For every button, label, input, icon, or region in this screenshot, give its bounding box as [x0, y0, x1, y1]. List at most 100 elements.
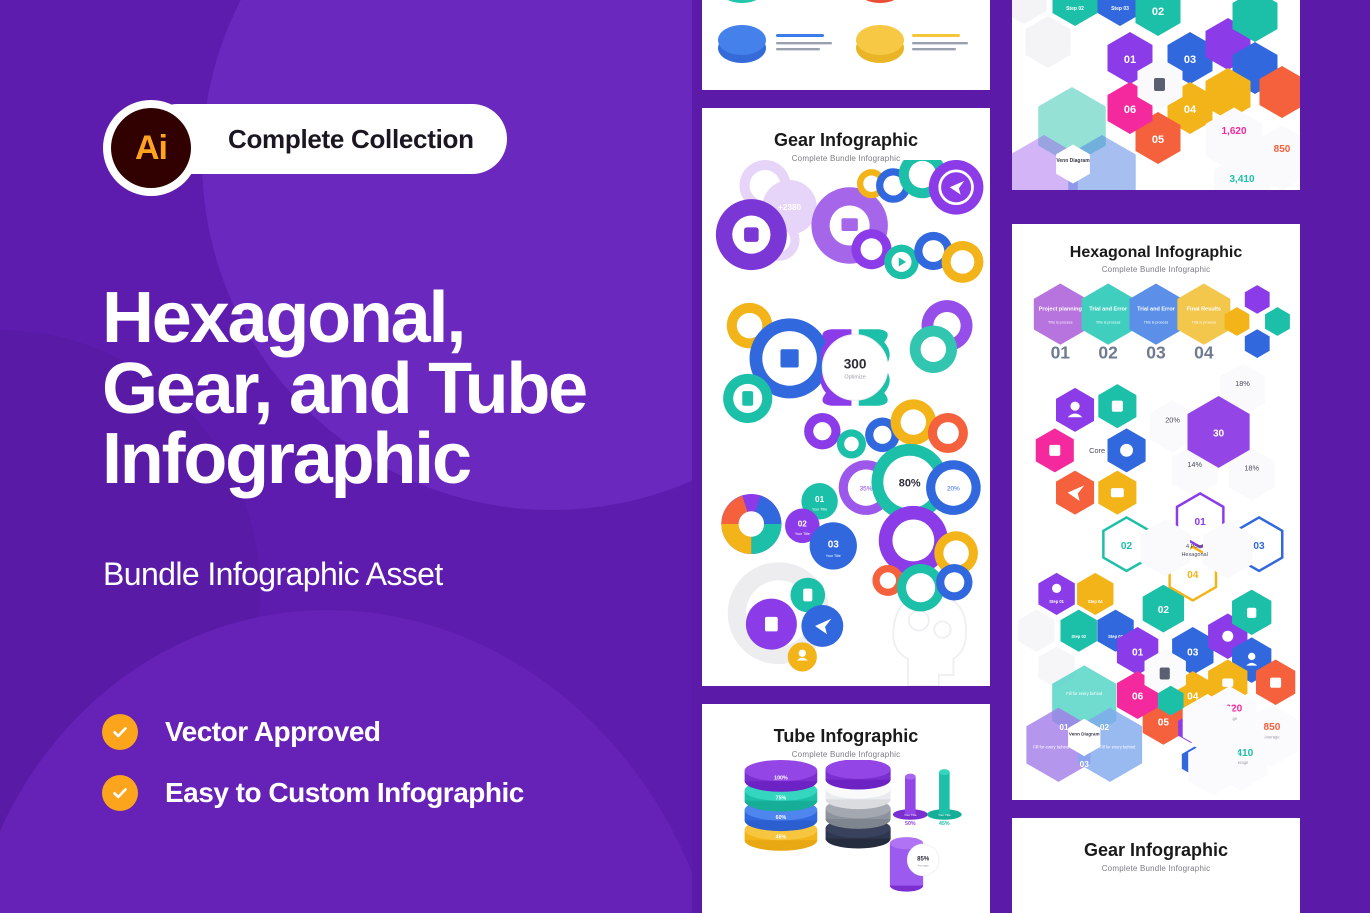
hex-step-title: Trial and Error — [1137, 306, 1176, 312]
preview-card-gear-infographic-bottom[interactable]: Gear Infographic Complete Bundle Infogra… — [1012, 818, 1300, 913]
tube-value: 100% — [774, 776, 788, 782]
hex-step-label: Step 01 — [1049, 599, 1064, 604]
gear-value-2380: +2380 — [778, 203, 801, 212]
hex-cluster-num: 01 — [1132, 648, 1144, 659]
svg-text:Hexagonal: Hexagonal — [1181, 552, 1207, 558]
card-title: Tube Infographic — [773, 726, 919, 746]
svg-text:02: 02 — [1152, 6, 1164, 18]
feature-label: Easy to Custom Infographic — [165, 777, 524, 808]
four-point-num: 02 — [1121, 541, 1133, 552]
page-title-line-2: Gear, and Tube — [102, 348, 588, 429]
four-point-num: 03 — [1253, 541, 1265, 552]
feature-item: Vector Approved — [102, 714, 524, 750]
svg-text:Your Title: Your Title — [795, 532, 810, 536]
svg-text:This is process: This is process — [1096, 320, 1121, 324]
tube-bubble-value: 85% — [917, 857, 930, 863]
four-point-num: 04 — [1187, 570, 1199, 581]
preview-gallery: Gear Infographic Complete Bundle Infogra… — [692, 0, 1370, 913]
svg-text:Step 03: Step 03 — [1111, 6, 1129, 12]
hex-step-title: Project planning — [1039, 306, 1082, 312]
hex-percent: 18% — [1244, 464, 1259, 473]
svg-text:Optimize: Optimize — [844, 374, 866, 380]
svg-text:This is process: This is process — [1192, 320, 1217, 324]
hex-cluster-num: 03 — [1187, 648, 1199, 659]
gear-value-80: 80% — [899, 478, 921, 490]
card-subtitle: Complete Bundle Infographic — [1101, 864, 1211, 873]
svg-text:03: 03 — [1184, 54, 1196, 66]
page-title-line-3: Infographic — [102, 419, 472, 500]
card-subtitle: Complete Bundle Infographic — [791, 750, 901, 759]
four-point-label: 4 Point — [1186, 544, 1204, 550]
tube-column-value: 50% — [905, 821, 916, 827]
complete-collection-badge[interactable]: Complete Collection Ai — [103, 100, 507, 196]
venn-caption: Fill for every behind — [1066, 691, 1103, 696]
svg-text:05: 05 — [1152, 134, 1164, 146]
tube-value: 45% — [776, 835, 787, 841]
hex-step-label: Step 04 — [1088, 599, 1103, 604]
venn-num: 01 — [1059, 723, 1069, 732]
svg-text:Average: Average — [918, 864, 930, 868]
svg-text:This is process: This is process — [1144, 320, 1169, 324]
preview-card-tube-infographic[interactable]: Tube Infographic Complete Bundle Infogra… — [702, 704, 990, 913]
svg-text:1,620: 1,620 — [1221, 126, 1246, 137]
hex-cluster-num: 02 — [1158, 605, 1170, 616]
preview-card-hexagonal-infographic[interactable]: Hexagonal Infographic Complete Bundle In… — [1012, 224, 1300, 800]
hero-panel: Complete Collection Ai Hexagonal, Gear, … — [0, 0, 692, 913]
illustrator-logo-icon: Ai — [103, 100, 199, 196]
svg-text:Venn Diagram: Venn Diagram — [1056, 158, 1090, 164]
card-title: Hexagonal Infographic — [1069, 244, 1243, 261]
svg-text:Fill for every behind: Fill for every behind — [1099, 744, 1136, 749]
hex-core-label: Core — [1089, 446, 1105, 455]
tube-value: 60% — [776, 815, 787, 821]
hexagon-illustration-top: 04 Step 01 Step 02 Step 03 Step 04 01 02… — [1012, 0, 1300, 190]
hex-step-number: 01 — [1051, 342, 1071, 362]
hex-cluster-num: 06 — [1132, 692, 1144, 703]
preview-card-pill-list[interactable] — [702, 0, 990, 90]
svg-text:04: 04 — [1184, 104, 1197, 116]
hex-step-title: Trial and Error — [1089, 306, 1128, 312]
stat-value: 850 — [1264, 722, 1281, 733]
tube-value: 75% — [776, 795, 787, 801]
svg-text:Your Title: Your Title — [812, 507, 827, 511]
feature-item: Easy to Custom Infographic — [102, 775, 524, 811]
check-circle-icon — [102, 775, 138, 811]
svg-text:Average: Average — [1264, 734, 1280, 739]
page-title: Hexagonal, Gear, and Tube Infographic — [102, 282, 672, 500]
venn-num: 02 — [1100, 723, 1110, 732]
preview-card-gear-infographic[interactable]: Gear Infographic Complete Bundle Infogra… — [702, 108, 990, 686]
svg-text:Your Title: Your Title — [938, 813, 951, 817]
preview-card-hexagonal-top[interactable]: 04 Step 01 Step 02 Step 03 Step 04 01 02… — [1012, 0, 1300, 190]
svg-text:3,410: 3,410 — [1229, 174, 1254, 185]
check-circle-icon — [102, 714, 138, 750]
svg-text:20%: 20% — [947, 485, 960, 492]
hex-step-number: 03 — [1146, 342, 1166, 362]
tube-column-value: 45% — [939, 821, 950, 827]
card-title: Gear Infographic — [773, 130, 919, 150]
four-point-num: 01 — [1195, 517, 1207, 528]
tube-illustration: 45% 60% 75% 100% Your Title 50% Your Tit… — [744, 760, 962, 892]
svg-text:01: 01 — [815, 495, 825, 504]
illustrator-logo-glyph: Ai — [111, 108, 191, 188]
svg-text:Step 02: Step 02 — [1066, 6, 1084, 12]
gear-value-300: 300 — [844, 356, 867, 371]
pill-list-illustration — [718, 0, 968, 63]
badge-label: Complete Collection — [228, 123, 474, 154]
hex-percent: 14% — [1187, 460, 1202, 469]
hex-percent: 18% — [1235, 379, 1250, 388]
svg-text:35%: 35% — [860, 485, 873, 492]
hex-step-label: Step 02 — [1071, 634, 1086, 639]
card-title: Gear Infographic — [1083, 840, 1229, 860]
hex-percent: 20% — [1165, 416, 1180, 425]
hex-step-number: 02 — [1098, 342, 1118, 362]
svg-text:06: 06 — [1124, 104, 1136, 116]
feature-list: Vector Approved Easy to Custom Infograph… — [102, 714, 524, 836]
venn-num: 03 — [1080, 760, 1090, 769]
venn-label: Venn Diagram — [1069, 732, 1100, 737]
svg-text:Fill for every behind: Fill for every behind — [1033, 744, 1070, 749]
gear-illustration: +2380 Your Title — [715, 160, 984, 686]
hexagon-illustration-main: Project planning This is process Trial a… — [1018, 283, 1299, 796]
svg-text:This is process: This is process — [1048, 320, 1073, 324]
svg-text:01: 01 — [1124, 54, 1136, 66]
svg-text:850: 850 — [1274, 144, 1291, 155]
feature-label: Vector Approved — [165, 716, 381, 747]
